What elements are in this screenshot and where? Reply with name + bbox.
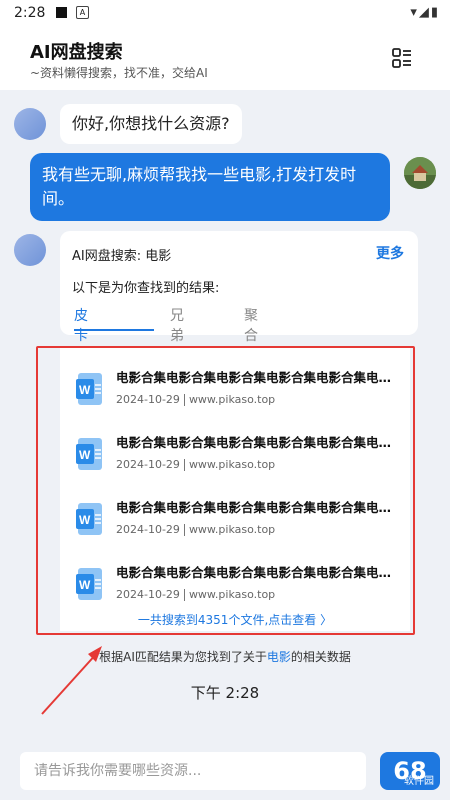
message-input[interactable]: [20, 752, 366, 790]
app-title: AI网盘搜索: [30, 42, 123, 63]
note-prefix: 根据AI匹配结果为您找到了关于: [99, 650, 267, 664]
note-keyword: 电影: [266, 650, 291, 664]
notification-square-icon: [56, 7, 67, 18]
status-time: 2:28: [14, 5, 46, 21]
signal-battery-icons: ▾◢▮: [410, 5, 440, 20]
ai-avatar: [14, 108, 46, 140]
message-timestamp: 下午 2:28: [190, 684, 260, 702]
highlight-box: [36, 346, 415, 635]
app-notification-icon: A: [76, 6, 89, 19]
app-subtitle: ~资料懒得搜索，找不准，交给AI: [30, 66, 208, 80]
more-link[interactable]: 更多: [376, 243, 404, 263]
result-label: 以下是为你查找到的结果:: [72, 281, 220, 296]
app-header: AI网盘搜索 ~资料懒得搜索，找不准，交给AI: [0, 26, 450, 90]
card-title: AI网盘搜索: 电影: [72, 249, 172, 264]
match-note: 根据AI匹配结果为您找到了关于电影的相关数据: [0, 648, 450, 665]
ai-greeting-bubble: 你好,你想找什么资源?: [60, 104, 242, 144]
status-bar: 2:28 A ▾◢▮: [0, 0, 450, 26]
note-suffix: 的相关数据: [290, 650, 351, 664]
search-result-card: AI网盘搜索: 电影 更多 以下是为你查找到的结果: 皮卡搜索 兄弟盘 聚合索引: [60, 231, 418, 384]
user-avatar: [404, 157, 436, 189]
ai-avatar-2: [14, 234, 46, 266]
user-message-bubble: 我有些无聊,麻烦帮我找一些电影,打发打发时间。: [30, 153, 390, 221]
active-tab-indicator: [74, 329, 154, 331]
watermark: 软件园: [404, 776, 434, 787]
menu-icon[interactable]: [392, 48, 412, 68]
